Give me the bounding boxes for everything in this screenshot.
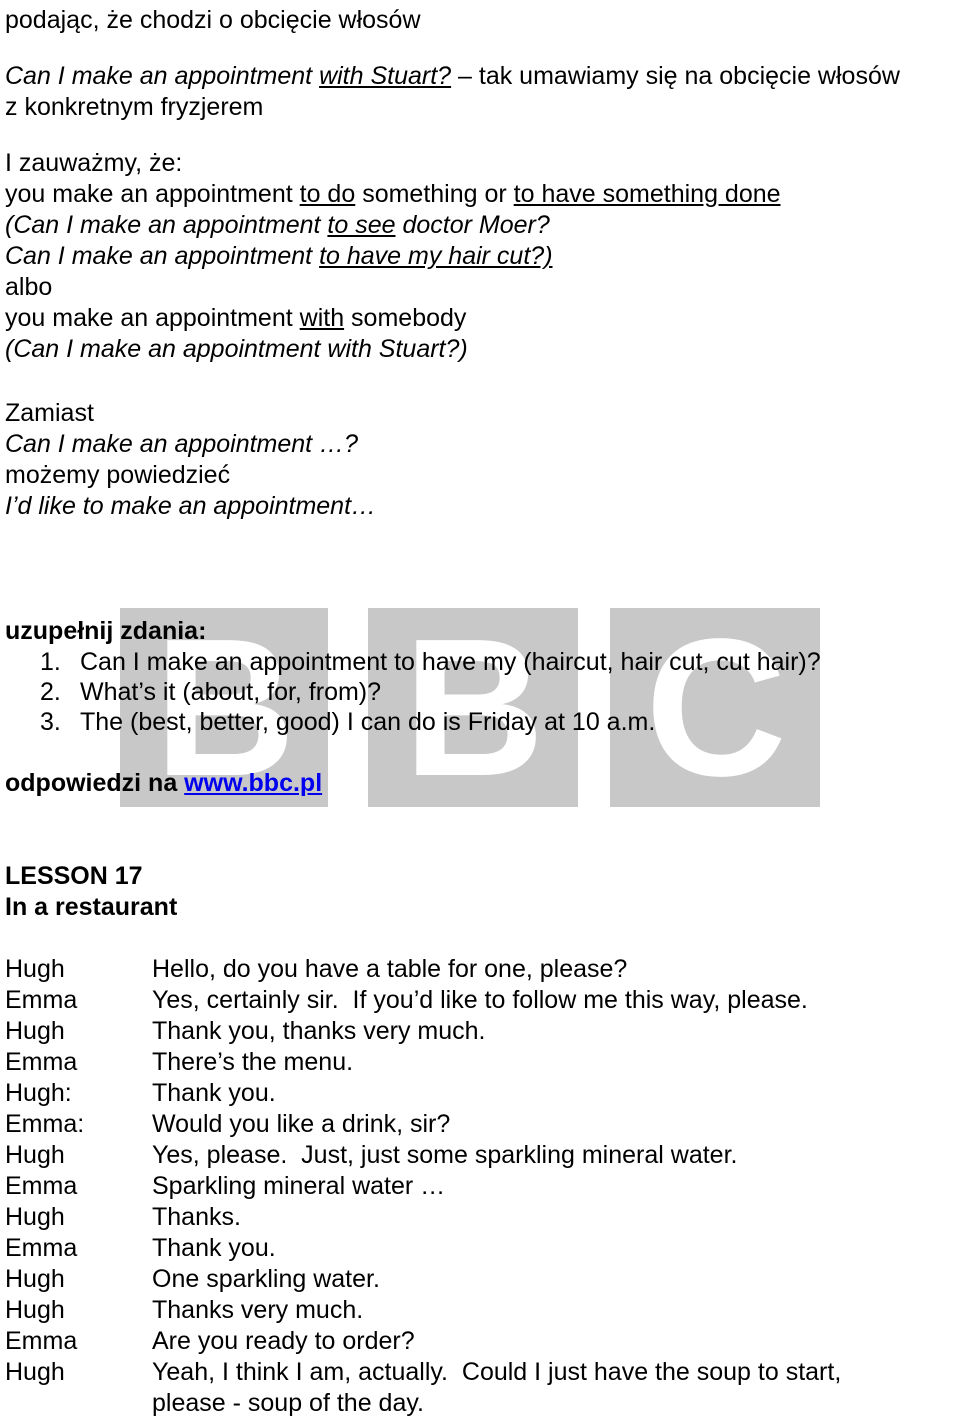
exercise-item-3-number: 3. [40,708,61,736]
notes-rule-2-post: somebody [344,304,467,332]
instead-label: Zamiast [5,399,94,427]
dialogue-text: Thank you, thanks very much. [152,1017,486,1045]
dialogue-speaker: Emma [5,1234,78,1262]
dialogue-speaker: Hugh [5,1017,65,1045]
notes-rule-1-underline-1: to do [299,180,356,208]
dialogue-speaker: Emma: [5,1110,85,1138]
notes-example-2-underline: to have my hair cut?) [319,242,553,270]
dialogue-text: Sparkling mineral water … [152,1172,446,1200]
notes-example-1-underline: to see [327,211,396,239]
dialogue-speaker: Hugh [5,955,65,983]
exercise-item-3-text: The (best, better, good) I can do is Fri… [80,708,656,736]
lesson-number: LESSON 17 [5,862,143,890]
instead-phrase: Can I make an appointment …? [5,430,358,458]
notes-rule-2: you make an appointment with somebody [5,303,466,333]
dialogue-text: Thank you. [152,1079,276,1107]
bbc-website-link[interactable]: www.bbc.pl [184,769,322,797]
dialogue-speaker: Hugh: [5,1079,72,1107]
dialogue-text: Thank you. [152,1234,276,1262]
dialogue-text: Hello, do you have a table for one, plea… [152,955,628,983]
notes-example-1-pre: (Can I make an appointment [5,211,328,239]
intro-example-italic: Can I make an appointment [5,62,320,90]
intro-example-continued: z konkretnym fryzjerem [5,93,264,121]
intro-example-underlined: with Stuart? [319,62,452,90]
exercise-heading: uzupełnij zdania: [5,617,207,645]
instead-can-say: możemy powiedzieć [5,461,231,489]
intro-example-line: Can I make an appointment with Stuart? –… [5,61,900,91]
dialogue-speaker: Hugh [5,1203,65,1231]
notes-example-2: Can I make an appointment to have my hai… [5,241,553,271]
notes-example-3: (Can I make an appointment with Stuart?) [5,335,468,363]
exercise-item-1-text: Can I make an appointment to have my (ha… [80,648,821,676]
exercise-item-2-text: What’s it (about, for, from)? [80,678,382,706]
notes-rule-2-underline: with [299,304,345,332]
dialogue-text: Would you like a drink, sir? [152,1110,451,1138]
intro-line-1: podając, że chodzi o obcięcie włosów [5,6,421,34]
dialogue-speaker: Hugh [5,1358,65,1386]
dialogue-speaker: Emma [5,1172,78,1200]
notes-rule-1-underline-2: to have something done [513,180,781,208]
notes-albo: albo [5,273,53,301]
intro-example-tail: – tak umawiamy się na obcięcie włosów [451,62,900,90]
notes-rule-1-pre: you make an appointment [5,180,300,208]
dialogue-text: Yeah, I think I am, actually. Could I ju… [152,1358,842,1386]
dialogue-text: There’s the menu. [152,1048,354,1076]
notes-rule-1: you make an appointment to do something … [5,179,781,209]
dialogue-speaker: Hugh [5,1296,65,1324]
dialogue-speaker: Emma [5,1327,78,1355]
dialogue-text: Thanks very much. [152,1296,364,1324]
exercise-item-2-number: 2. [40,678,61,706]
dialogue-speaker: Emma [5,986,78,1014]
notes-heading: I zauważmy, że: [5,149,183,177]
notes-rule-2-pre: you make an appointment [5,304,300,332]
dialogue-text: Are you ready to order? [152,1327,415,1355]
dialogue-speaker: Hugh [5,1141,65,1169]
notes-example-1-post: doctor Moer? [395,211,550,239]
lesson-title: In a restaurant [5,893,178,921]
dialogue-speaker: Emma [5,1048,78,1076]
notes-example-2-pre: Can I make an appointment [5,242,320,270]
dialogue-text: Yes, please. Just, just some sparkling m… [152,1141,738,1169]
dialogue-speaker: Hugh [5,1265,65,1293]
dialogue-text: Thanks. [152,1203,241,1231]
notes-rule-1-mid: something or [355,180,514,208]
answers-line: odpowiedzi na www.bbc.pl [5,768,322,798]
notes-example-1: (Can I make an appointment to see doctor… [5,210,550,240]
instead-better-phrase: I’d like to make an appointment… [5,492,377,520]
dialogue-text: Yes, certainly sir. If you’d like to fol… [152,986,808,1014]
exercise-item-1-number: 1. [40,648,61,676]
document-page: podając, że chodzi o obcięcie włosów Can… [0,0,960,1417]
answers-label: odpowiedzi na [5,769,185,797]
dialogue-text: One sparkling water. [152,1265,380,1293]
